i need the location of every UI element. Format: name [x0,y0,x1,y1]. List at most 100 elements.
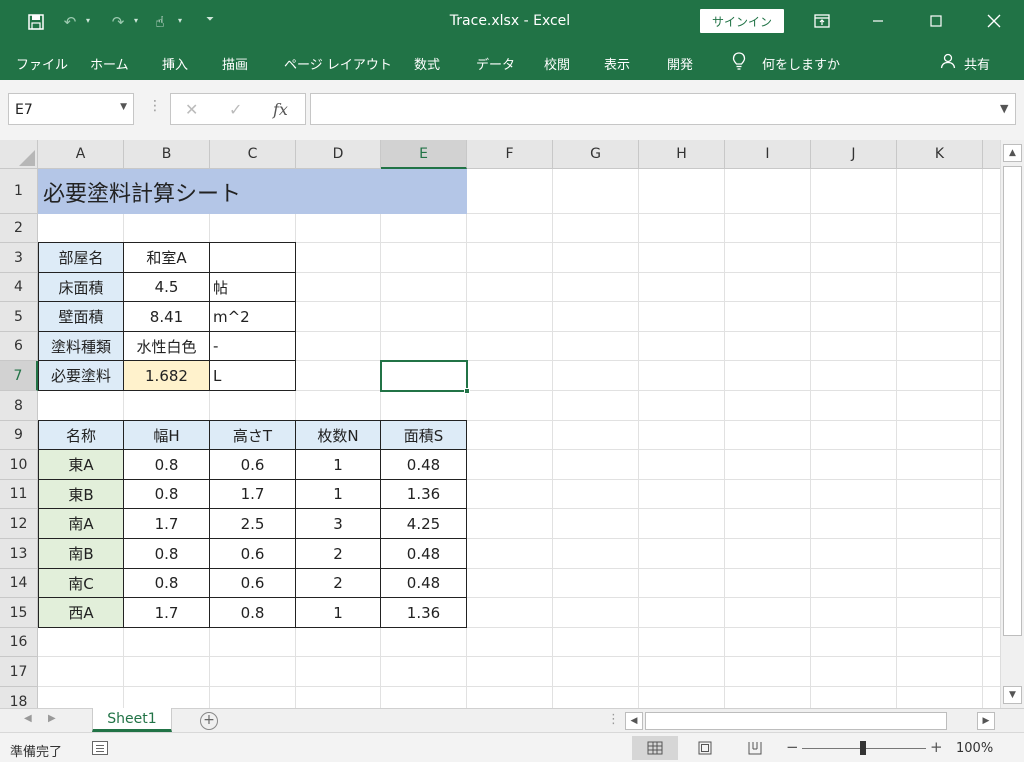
page-layout-view-icon[interactable] [682,736,728,760]
table-cell[interactable]: 1.7 [123,508,210,539]
info-unit-cell[interactable]: - [209,331,296,361]
row-header-13[interactable]: 13 [0,539,38,569]
customize-icon[interactable]: ⏷ [206,14,214,25]
previous-sheet-icon[interactable]: ◀ [24,713,32,724]
tab-developer[interactable]: 開発 [667,54,693,73]
fill-handle[interactable] [464,388,470,394]
table-cell[interactable]: 0.8 [123,538,210,569]
zoom-in-button[interactable]: + [930,738,943,756]
share-button[interactable]: 共有 [964,54,990,73]
macro-record-icon[interactable] [92,741,108,755]
column-header-h[interactable]: H [639,140,725,169]
column-header-k[interactable]: K [897,140,983,169]
save-icon[interactable] [26,10,46,34]
horizontal-scroll-thumb[interactable] [645,712,947,730]
row-header-18[interactable]: 18 [0,687,38,708]
page-break-preview-icon[interactable] [732,736,778,760]
info-label-cell[interactable]: 壁面積 [38,301,124,332]
ribbon-display-icon[interactable] [802,7,842,35]
tab-formulas[interactable]: 数式 [414,54,440,73]
redo-icon[interactable]: ↷ [108,10,128,34]
table-cell[interactable]: 0.6 [209,538,296,569]
row-header-17[interactable]: 17 [0,657,38,687]
table-cell[interactable]: 0.48 [380,449,467,480]
info-label-cell[interactable]: 必要塗料 [38,360,124,391]
info-label-cell[interactable]: 床面積 [38,272,124,302]
undo-dropdown-icon[interactable]: ▾ [86,16,90,25]
row-header-8[interactable]: 8 [0,391,38,421]
table-cell[interactable]: 0.48 [380,538,467,569]
table-header-cell[interactable]: 名称 [38,420,124,450]
table-name-cell[interactable]: 東B [38,479,124,509]
touch-dropdown-icon[interactable]: ▾ [178,16,182,25]
row-header-5[interactable]: 5 [0,302,38,332]
row-header-10[interactable]: 10 [0,450,38,480]
table-cell[interactable]: 0.6 [209,568,296,598]
table-cell[interactable]: 0.8 [123,479,210,509]
table-cell[interactable]: 4.25 [380,508,467,539]
column-header-a[interactable]: A [38,140,124,169]
row-header-9[interactable]: 9 [0,421,38,450]
table-cell[interactable]: 0.6 [209,449,296,480]
lightbulb-icon[interactable] [732,52,746,74]
table-cell[interactable]: 0.8 [123,449,210,480]
formula-input[interactable] [310,93,1016,125]
row-header-11[interactable]: 11 [0,480,38,509]
tab-split-grip-icon[interactable]: ⋮ [607,712,620,727]
table-cell[interactable]: 2 [295,538,381,569]
table-cell[interactable]: 2.5 [209,508,296,539]
tab-page-layout[interactable]: ページ レイアウト [284,54,392,73]
row-header-4[interactable]: 4 [0,273,38,302]
info-value-cell[interactable]: 和室A [123,242,210,273]
person-icon[interactable] [940,53,956,73]
table-name-cell[interactable]: 南B [38,538,124,569]
table-header-cell[interactable]: 高さT [209,420,296,450]
redo-dropdown-icon[interactable]: ▾ [134,16,138,25]
table-cell[interactable]: 1.7 [123,597,210,628]
tab-review[interactable]: 校閲 [544,54,570,73]
insert-function-icon[interactable]: fx [273,100,288,119]
table-cell[interactable]: 1.7 [209,479,296,509]
tab-draw[interactable]: 描画 [222,54,248,73]
row-header-6[interactable]: 6 [0,332,38,361]
tab-file[interactable]: ファイル [16,54,68,73]
row-header-2[interactable]: 2 [0,214,38,243]
table-cell[interactable]: 1.36 [380,597,467,628]
tab-home[interactable]: ホーム [90,54,129,73]
zoom-level[interactable]: 100% [956,741,993,756]
chevron-down-icon[interactable]: ▼ [120,102,127,112]
row-header-3[interactable]: 3 [0,243,38,273]
table-cell[interactable]: 0.8 [123,568,210,598]
table-cell[interactable]: 2 [295,568,381,598]
next-sheet-icon[interactable]: ▶ [48,713,56,724]
table-cell[interactable]: 3 [295,508,381,539]
table-cell[interactable]: 1.36 [380,479,467,509]
column-header-f[interactable]: F [467,140,553,169]
sheet-tab-sheet1[interactable]: Sheet1 [92,708,172,732]
row-header-14[interactable]: 14 [0,569,38,598]
table-header-cell[interactable]: 枚数N [295,420,381,450]
table-name-cell[interactable]: 南C [38,568,124,598]
row-header-12[interactable]: 12 [0,509,38,539]
column-header-c[interactable]: C [210,140,296,169]
table-cell[interactable]: 1 [295,449,381,480]
table-cell[interactable]: 0.8 [209,597,296,628]
row-header-15[interactable]: 15 [0,598,38,628]
required-paint-result-cell[interactable]: 1.682 [123,360,210,391]
info-unit-cell[interactable]: 帖 [209,272,296,302]
spreadsheet-grid[interactable]: A B C D E F G H I J K 1 2 3 4 5 6 7 8 9 … [0,140,1000,708]
info-unit-cell[interactable] [209,242,296,273]
add-sheet-icon[interactable]: + [200,712,218,730]
scroll-up-icon[interactable]: ▲ [1003,144,1022,162]
undo-icon[interactable]: ↶ [60,10,80,34]
vertical-scrollbar[interactable]: ▲ ▼ [1000,140,1024,708]
minimize-icon[interactable] [858,7,898,35]
tab-insert[interactable]: 挿入 [162,54,188,73]
tell-me-search[interactable]: 何をしますか [762,54,840,73]
tab-view[interactable]: 表示 [604,54,630,73]
close-icon[interactable] [974,7,1014,35]
column-header-b[interactable]: B [124,140,210,169]
info-unit-cell[interactable]: L [209,360,296,391]
selected-cell-outline[interactable] [380,360,468,392]
column-header-e[interactable]: E [381,140,467,169]
